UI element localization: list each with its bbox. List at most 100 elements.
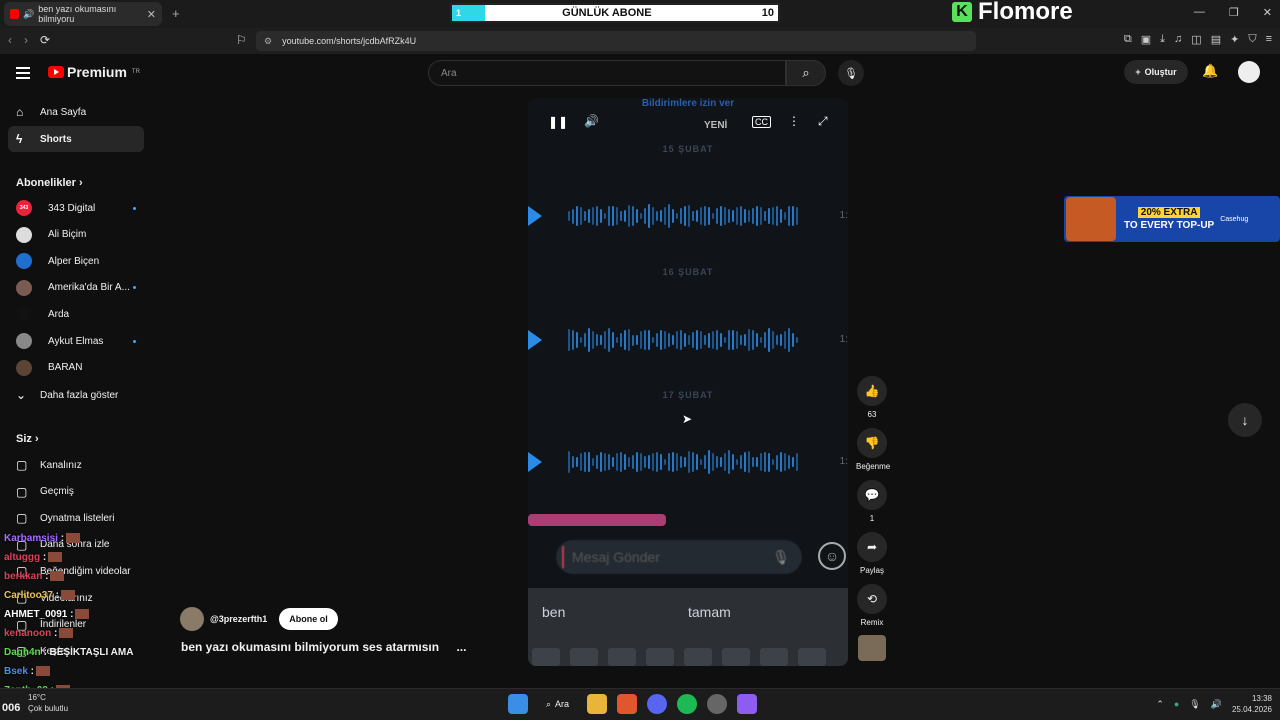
avatar[interactable] bbox=[1238, 61, 1260, 83]
subscription-item[interactable]: Aykut Elmas bbox=[16, 329, 136, 353]
minimize-icon[interactable]: — bbox=[1194, 6, 1205, 19]
remix-action[interactable]: ⟲ Remix bbox=[856, 584, 888, 627]
sidebar-toggle-icon[interactable]: ◫ bbox=[1191, 33, 1201, 46]
subscription-item[interactable]: 343 343 Digital bbox=[16, 196, 136, 220]
brave-browser-icon[interactable] bbox=[617, 694, 638, 714]
tray-chevron-icon[interactable]: ⌃ bbox=[1156, 699, 1164, 710]
share-button[interactable]: ➦ bbox=[857, 532, 887, 562]
browser-menu-icon[interactable]: ≡ bbox=[1266, 33, 1272, 46]
shorts-video-player[interactable]: Bildirimlere izin ver ❚❚ 🔊 YENİ CC ⋮ ⤢ 1… bbox=[528, 98, 848, 666]
create-button[interactable]: + Oluştur bbox=[1124, 60, 1188, 84]
message-input: Mesaj Gönder 🎙 bbox=[556, 540, 802, 574]
extensions-icon[interactable]: ⧉ bbox=[1124, 33, 1132, 46]
subscription-item[interactable]: Amerika'da Bir A... bbox=[16, 276, 136, 300]
video-date-1: 15 ŞUBAT bbox=[662, 144, 714, 154]
voice-search-button[interactable]: 🎙 bbox=[838, 60, 864, 86]
waveform-bar bbox=[724, 453, 726, 471]
share-action[interactable]: ➦ Paylaş bbox=[856, 532, 888, 575]
sidebar-item-history[interactable]: ▢ Geçmiş bbox=[8, 479, 144, 505]
notifications-bell-icon[interactable]: 🔔 bbox=[1202, 63, 1218, 79]
channel-handle[interactable]: @3prezerfth1 bbox=[210, 614, 267, 624]
url-field[interactable]: ⚙ youtube.com/shorts/jcdbAfRZk4U bbox=[256, 31, 976, 51]
treasure-chest-icon bbox=[1066, 197, 1116, 241]
download-icon-toolbar[interactable]: ⤓ bbox=[1160, 33, 1165, 46]
chat-message: AHMET_0091 : bbox=[4, 609, 90, 620]
close-window-icon[interactable]: ✕ bbox=[1263, 6, 1272, 19]
forward-icon[interactable]: › bbox=[24, 33, 28, 47]
remix-button[interactable]: ⟲ bbox=[857, 584, 887, 614]
window-controls: — ❐ ✕ bbox=[1194, 6, 1272, 19]
sidebar-item-channel[interactable]: ▢ Kanalınız bbox=[8, 452, 144, 478]
volume-icon[interactable]: 🔊 bbox=[584, 114, 599, 128]
windows-start-icon[interactable] bbox=[508, 694, 528, 714]
browser-tab[interactable]: 🔊 ben yazı okumasını bilmiyoru ✕ bbox=[4, 2, 162, 26]
waveform-bar bbox=[760, 207, 762, 225]
vpn-icon[interactable]: ⛉ bbox=[1248, 33, 1256, 46]
keyboard: ben tamam bbox=[528, 588, 848, 666]
you-heading[interactable]: Siz › bbox=[16, 433, 39, 445]
like-action[interactable]: 👍 63 bbox=[856, 376, 888, 419]
voice-duration: 1: bbox=[839, 456, 848, 467]
taskbar-search[interactable]: ⌕ Ara bbox=[538, 699, 577, 710]
remix-icon: ⟲ bbox=[866, 592, 878, 606]
screenshot-icon[interactable]: ▣ bbox=[1141, 33, 1151, 46]
waveform-bar bbox=[776, 334, 778, 346]
waveform-bar bbox=[772, 206, 774, 226]
taskbar-clock[interactable]: 13:38 25.04.2026 bbox=[1232, 693, 1272, 715]
sidebar-item-home[interactable]: ⌂ Ana Sayfa bbox=[8, 99, 144, 125]
steam-icon[interactable] bbox=[707, 694, 728, 714]
music-icon[interactable]: ♫ bbox=[1174, 33, 1182, 46]
tray-volume-icon[interactable]: 🔊 bbox=[1211, 699, 1222, 710]
spotify-icon[interactable] bbox=[677, 694, 698, 714]
close-tab-icon[interactable]: ✕ bbox=[147, 8, 156, 21]
next-video-button[interactable]: ↓ bbox=[1228, 403, 1262, 437]
channel-avatar[interactable] bbox=[180, 607, 204, 631]
comments-button[interactable]: 💬 bbox=[857, 480, 887, 510]
comments-action[interactable]: 💬 1 bbox=[856, 480, 888, 523]
subscription-item[interactable]: BARAN bbox=[16, 356, 136, 380]
like-button[interactable]: 👍 bbox=[857, 376, 887, 406]
back-icon[interactable]: ‹ bbox=[8, 33, 12, 47]
chat-text: : bbox=[42, 571, 49, 582]
reload-icon[interactable]: ⟳ bbox=[40, 33, 50, 47]
subscription-item[interactable]: Alper Biçen bbox=[16, 249, 136, 273]
search-input[interactable]: Ara bbox=[428, 60, 786, 86]
wallet-icon[interactable]: ▤ bbox=[1211, 33, 1221, 46]
sidebar-item-playlist[interactable]: ▢ Oynatma listeleri bbox=[8, 505, 144, 531]
dislike-button[interactable]: 👎 bbox=[857, 428, 887, 458]
bookmark-icon[interactable]: ⚐ bbox=[236, 33, 247, 47]
waveform-bar bbox=[692, 452, 694, 472]
more-options-icon[interactable]: ⋮ bbox=[788, 114, 800, 128]
dislike-action[interactable]: 👎 Beğenme bbox=[856, 428, 890, 471]
search-button[interactable]: ⌕ bbox=[786, 60, 826, 86]
subscription-item[interactable]: Ali Biçim bbox=[16, 223, 136, 247]
weather-widget[interactable]: 16°C Çok bulutlu bbox=[28, 692, 68, 714]
obs-icon[interactable] bbox=[737, 694, 758, 714]
hamburger-menu-icon[interactable] bbox=[16, 67, 30, 79]
fullscreen-icon[interactable]: ⤢ bbox=[818, 114, 828, 129]
tray-app-icon[interactable]: ● bbox=[1174, 699, 1179, 709]
sound-thumbnail[interactable] bbox=[858, 635, 886, 661]
ai-icon[interactable]: ✦ bbox=[1230, 33, 1239, 46]
waveform-bar bbox=[576, 206, 578, 226]
new-tab-button[interactable]: + bbox=[172, 6, 180, 21]
url-text: youtube.com/shorts/jcdbAfRZk4U bbox=[282, 36, 417, 46]
clock-date: 25.04.2026 bbox=[1231, 705, 1272, 714]
waveform-bar bbox=[784, 212, 786, 220]
subscriptions-heading[interactable]: Abonelikler › bbox=[16, 177, 83, 189]
tray-mic-icon[interactable]: 🎙 bbox=[1189, 699, 1200, 710]
youtube-premium-logo[interactable]: Premium TR bbox=[48, 64, 140, 80]
subscription-item[interactable]: Arda bbox=[16, 302, 136, 326]
show-more-button[interactable]: ⌄ Daha fazla göster bbox=[8, 382, 144, 408]
file-explorer-icon[interactable] bbox=[587, 694, 608, 714]
ad-banner[interactable]: 20% EXTRA TO EVERY TOP-UP Casehug bbox=[1064, 196, 1280, 242]
sidebar-item-shorts[interactable]: ϟ Shorts bbox=[8, 126, 144, 152]
captions-icon[interactable]: CC bbox=[752, 116, 771, 128]
subscriptions-title: Abonelikler bbox=[16, 177, 76, 189]
subscribe-button[interactable]: Abone ol bbox=[279, 608, 338, 630]
discord-icon[interactable] bbox=[647, 694, 668, 714]
site-settings-icon[interactable]: ⚙ bbox=[264, 36, 272, 47]
pause-icon[interactable]: ❚❚ bbox=[548, 115, 568, 129]
restore-icon[interactable]: ❐ bbox=[1229, 6, 1239, 19]
more-description-button[interactable]: ... bbox=[456, 640, 466, 654]
